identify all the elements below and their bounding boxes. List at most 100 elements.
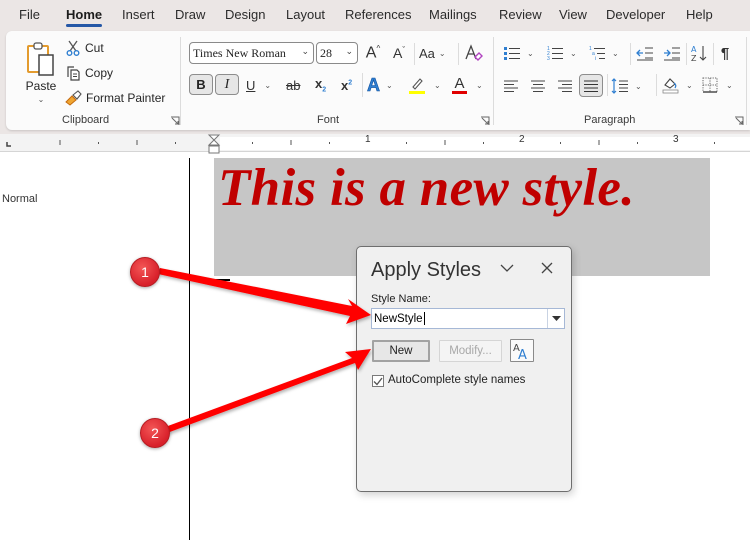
clear-formatting-button[interactable] <box>463 43 485 63</box>
indent-marker[interactable] <box>207 134 221 154</box>
end-of-document-mark <box>214 279 230 281</box>
align-left-icon <box>504 80 518 92</box>
chevron-down-icon: ⌄ <box>345 47 353 57</box>
shading-button[interactable]: ⌄ <box>662 75 693 95</box>
autocomplete-label: AutoComplete style names <box>388 374 526 386</box>
tab-stop-selector-icon[interactable] <box>6 142 11 147</box>
chevron-down-icon: ⌄ <box>301 47 309 57</box>
tab-draw[interactable]: Draw <box>175 7 205 22</box>
format-painter-label: Format Painter <box>86 91 166 105</box>
subscript-button[interactable]: x2 <box>315 76 326 94</box>
superscript-button[interactable]: x2 <box>341 76 352 94</box>
format-painter-button[interactable]: Format Painter <box>65 89 165 107</box>
style-area-divider[interactable] <box>189 158 190 540</box>
svg-text:A: A <box>518 348 527 361</box>
clipboard-group-label: Clipboard <box>62 114 110 126</box>
line-spacing-button[interactable]: ⌄ <box>611 76 642 96</box>
divider <box>656 74 657 96</box>
strikethrough-button[interactable]: ab <box>286 76 300 94</box>
tab-developer[interactable]: Developer <box>606 7 665 22</box>
chevron-down-icon: ⌄ <box>476 80 483 90</box>
decrease-indent-button[interactable] <box>636 43 654 63</box>
tab-design[interactable]: Design <box>225 7 265 22</box>
subscript-icon: x2 <box>315 76 327 94</box>
tab-review[interactable]: Review <box>499 7 542 22</box>
style-name-input[interactable]: NewStyle <box>371 308 565 329</box>
styles-icon: A A <box>513 343 527 361</box>
justify-button[interactable] <box>579 74 603 97</box>
grow-font-button[interactable]: A^ <box>363 43 383 63</box>
divider <box>607 74 608 96</box>
divider <box>713 43 714 65</box>
font-group-label: Font <box>317 114 340 126</box>
font-size-combobox[interactable]: 28 ⌄ <box>316 42 358 64</box>
align-right-button[interactable] <box>557 76 573 96</box>
style-name-label: Style Name: <box>371 293 431 305</box>
styles-pane-button[interactable]: A A <box>510 339 534 362</box>
close-icon[interactable] <box>540 261 554 275</box>
align-center-button[interactable] <box>530 76 546 96</box>
highlighter-icon <box>409 78 425 94</box>
tab-view[interactable]: View <box>559 7 587 22</box>
text-effects-icon: A <box>367 74 381 95</box>
group-divider <box>493 37 494 125</box>
numbering-button[interactable]: 123 ⌄ <box>546 43 577 63</box>
ruler-number: 1 <box>365 134 371 145</box>
tab-layout[interactable]: Layout <box>286 7 325 22</box>
group-divider <box>746 37 747 125</box>
font-name-value: Times New Roman <box>193 45 286 60</box>
tab-home[interactable]: Home <box>66 7 103 27</box>
font-color-swatch <box>452 91 467 94</box>
chevron-down-icon: ⌄ <box>264 80 272 90</box>
style-name-dropdown-button[interactable] <box>547 309 564 328</box>
tab-help[interactable]: Help <box>686 7 713 22</box>
highlight-color-button[interactable]: ⌄ <box>408 75 441 95</box>
chevron-down-icon[interactable] <box>499 261 515 275</box>
bold-button[interactable]: B <box>189 74 213 95</box>
increase-indent-button[interactable] <box>663 43 681 63</box>
line-spacing-icon <box>611 78 628 94</box>
tab-insert[interactable]: Insert <box>122 7 155 22</box>
chevron-down-icon: ⌄ <box>438 48 446 58</box>
underline-button[interactable]: U ⌄ <box>246 76 271 94</box>
chevron-down-icon: ⌄ <box>570 48 577 58</box>
font-dialog-launcher-icon[interactable] <box>480 116 490 126</box>
new-style-button[interactable]: New <box>372 340 430 362</box>
ruler-ticks <box>6 134 715 154</box>
font-name-combobox[interactable]: Times New Roman ⌄ <box>189 42 314 64</box>
autocomplete-checkbox[interactable] <box>372 375 384 387</box>
paragraph-dialog-launcher-icon[interactable] <box>734 116 744 126</box>
sort-button[interactable]: AZ <box>690 42 708 64</box>
tab-mailings[interactable]: Mailings <box>429 7 477 22</box>
numbered-list-icon: 123 <box>547 46 563 61</box>
ruler-number: 3 <box>673 134 679 145</box>
borders-icon <box>702 77 718 93</box>
shrink-font-button[interactable]: Aˇ <box>389 43 409 63</box>
paste-dropdown-icon[interactable]: ⌄ <box>38 95 45 104</box>
shrink-font-icon: Aˇ <box>392 45 405 61</box>
align-left-button[interactable] <box>503 76 519 96</box>
change-case-button[interactable]: Aa ⌄ <box>419 43 446 63</box>
group-divider <box>180 37 181 125</box>
clipboard-dialog-launcher-icon[interactable] <box>170 116 180 126</box>
tab-references[interactable]: References <box>345 7 411 22</box>
cut-button[interactable]: Cut <box>66 39 104 57</box>
borders-button[interactable]: ⌄ <box>702 75 733 95</box>
bullets-button[interactable]: ⌄ <box>503 43 534 63</box>
divider <box>458 43 459 65</box>
text-effects-button[interactable]: A ⌄ <box>367 74 393 95</box>
font-color-button[interactable]: A ⌄ <box>452 75 483 95</box>
paste-button[interactable]: Paste ⌄ <box>20 37 62 107</box>
italic-button[interactable]: I <box>215 74 239 95</box>
show-formatting-marks-button[interactable]: ¶ <box>717 43 733 63</box>
multilevel-list-button[interactable]: 1ai ⌄ <box>588 43 619 63</box>
heading-paragraph[interactable]: This is a new style. <box>218 158 635 218</box>
copy-button[interactable]: Copy <box>65 64 113 82</box>
scissors-icon <box>66 40 80 56</box>
annotation-badge-1: 1 <box>130 257 160 287</box>
copy-label: Copy <box>85 66 114 80</box>
multilevel-list-icon: 1ai <box>589 46 605 61</box>
modify-style-button[interactable]: Modify... <box>439 340 502 362</box>
align-right-icon <box>558 80 572 92</box>
tab-file[interactable]: File <box>19 7 40 22</box>
